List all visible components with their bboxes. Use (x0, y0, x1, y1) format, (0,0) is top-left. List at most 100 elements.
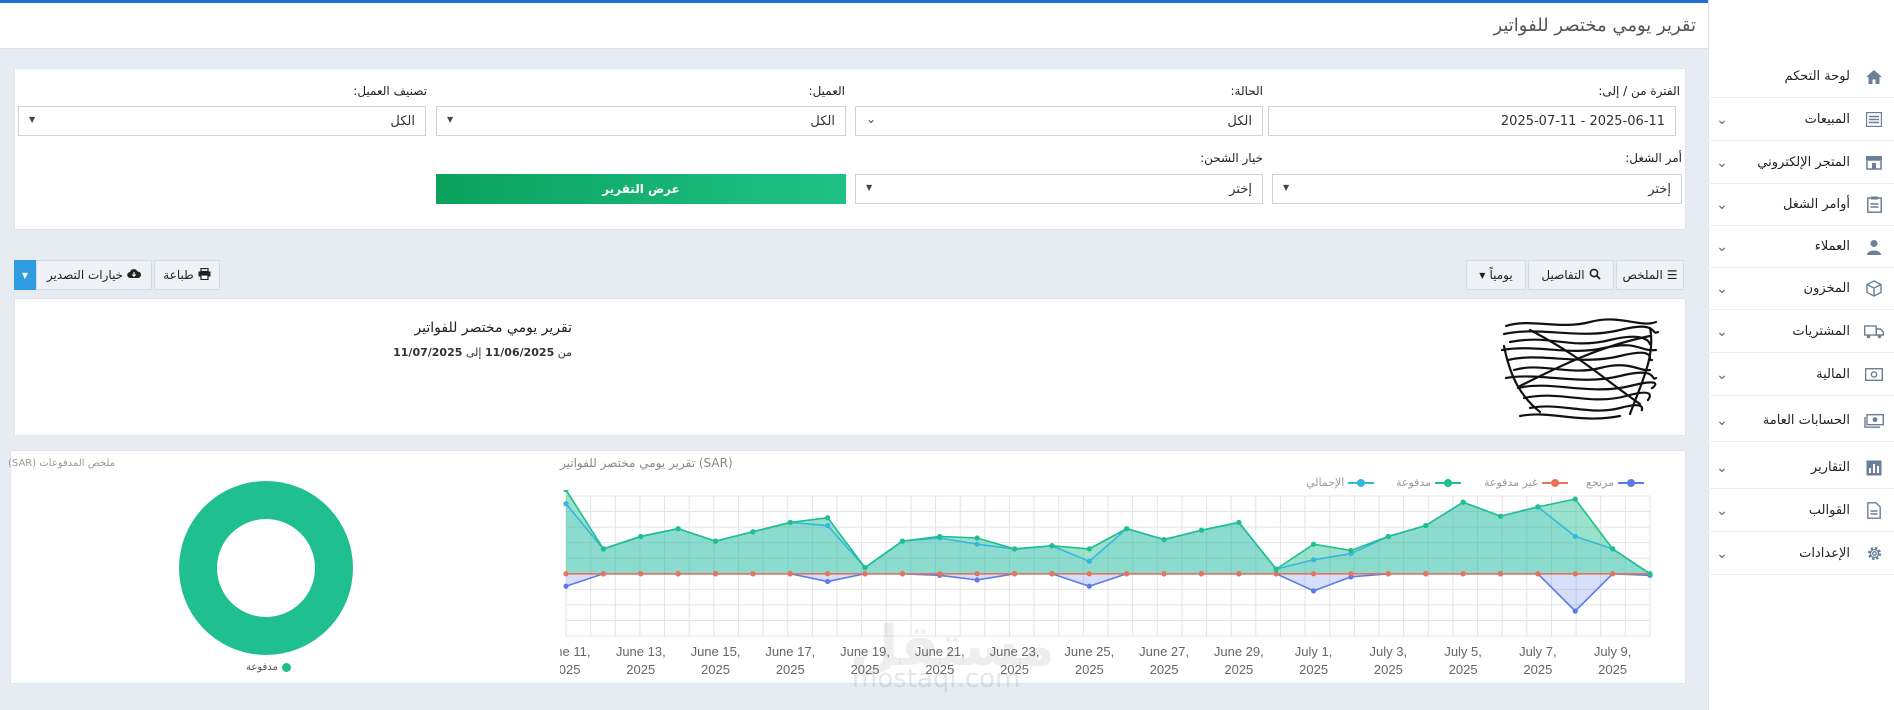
summary-button[interactable]: ☰ الملخص (1616, 260, 1684, 290)
x-tick-label-year: 2025 (1374, 662, 1403, 677)
chevron-down-icon: ⌄ (1716, 111, 1728, 128)
sidebar-item-label: العملاء (1814, 239, 1850, 254)
data-point (675, 526, 681, 532)
sidebar-item-9[interactable]: التقارير ⌄ (1708, 447, 1894, 489)
sidebar-item-1[interactable]: المبيعات ⌄ (1708, 99, 1894, 141)
data-point (825, 578, 831, 585)
sidebar-item-0[interactable]: لوحة التحكم (1708, 56, 1894, 98)
legend-item-returned[interactable]: مرتجع (1586, 476, 1644, 489)
show-report-button[interactable]: عرض التقرير (436, 174, 846, 204)
report-date-range: من 11/06/2025 إلى 11/07/2025 (393, 346, 572, 359)
client-value: الكل (810, 114, 835, 129)
data-point (899, 571, 906, 577)
data-point (787, 571, 793, 577)
sidebar-item-2[interactable]: المتجر الإلكتروني ⌄ (1708, 142, 1894, 184)
details-button[interactable]: التفاصيل (1528, 260, 1614, 290)
x-tick-label-year: 2025 (1598, 662, 1627, 677)
x-tick-label-year: 2025 (1523, 662, 1552, 677)
area-chart: June 11, 2025 June 13, 2025 June 15, 2025 June… (560, 490, 1653, 677)
donut-slice (179, 481, 353, 655)
sidebar-item-7[interactable]: المالية ⌄ (1708, 354, 1894, 396)
chevron-down-icon: ⌄ (1716, 412, 1728, 429)
data-point (1011, 546, 1018, 552)
data-point (974, 535, 980, 541)
x-tick-label: July 1, (1295, 644, 1333, 659)
x-tick-label-year: 2025 (626, 662, 655, 677)
page-header: تقرير يومي مختصر للفواتير (0, 3, 1708, 49)
status-select[interactable]: الكل ⌄ (855, 106, 1263, 136)
legend-marker-icon (1617, 478, 1644, 488)
sidebar-item-11[interactable]: الإعدادات ⌄ (1708, 533, 1894, 575)
data-point (937, 533, 943, 540)
data-point (899, 538, 906, 544)
x-tick-label: July 5, (1444, 644, 1482, 659)
legend-label: غير مدفوعة (1484, 476, 1538, 489)
data-point (1198, 527, 1205, 533)
data-point (1535, 571, 1541, 577)
work-order-value: إختر (1648, 182, 1671, 197)
shipping-select[interactable]: إختر ▼ (855, 174, 1263, 204)
data-point (1086, 546, 1092, 552)
date-range-input[interactable]: 2025-06-11 - 2025-07-11 (1268, 106, 1676, 136)
data-point (1385, 533, 1391, 540)
chevron-down-icon: ⌄ (1716, 196, 1728, 213)
legend-item-paid[interactable]: مدفوعة (1396, 476, 1462, 489)
data-point (712, 538, 719, 544)
donut-legend-label: مدفوعة (246, 662, 278, 673)
sidebar-item-label: المتجر الإلكتروني (1757, 155, 1850, 170)
sidebar-item-4[interactable]: العملاء ⌄ (1708, 226, 1894, 268)
date-range-value: 2025-06-11 - 2025-07-11 (1500, 114, 1665, 129)
x-tick-label-year: 2025 (560, 662, 580, 677)
data-point (974, 541, 980, 547)
sidebar-item-6[interactable]: المشتريات ⌄ (1708, 311, 1894, 353)
work-order-label: أمر الشغل: (1625, 151, 1682, 165)
legend-marker-icon (1541, 478, 1568, 488)
sidebar-item-label: الحسابات العامة (1762, 413, 1850, 428)
data-point (1273, 571, 1279, 577)
caret-down-icon: ▼ (1283, 183, 1290, 192)
from-word: من (557, 346, 572, 359)
work-order-select[interactable]: إختر ▼ (1272, 174, 1682, 204)
data-point (1572, 496, 1578, 502)
legend-marker-icon (1348, 478, 1375, 488)
from-date: 11/06/2025 (484, 346, 555, 359)
period-dropdown-button[interactable]: يومياً ▼ (1466, 260, 1526, 290)
chevron-down-icon: ⌄ (1716, 459, 1728, 476)
client-select[interactable]: الكل ▼ (436, 106, 846, 136)
search-icon (1589, 268, 1601, 283)
truck-icon (1854, 324, 1894, 339)
data-point (1497, 513, 1504, 519)
data-point (1086, 558, 1092, 564)
legend-item-unpaid[interactable]: غير مدفوعة (1484, 476, 1568, 489)
clipboard-icon (1854, 196, 1894, 213)
data-point (1273, 566, 1279, 572)
data-point (1236, 571, 1242, 577)
donut-legend[interactable]: مدفوعة (246, 662, 291, 673)
data-point (1161, 536, 1167, 543)
x-tick-label: June 15, (691, 644, 741, 659)
sidebar-item-10[interactable]: القوالب ⌄ (1708, 490, 1894, 532)
chevron-down-icon: ⌄ (1716, 366, 1728, 383)
shipping-value: إختر (1229, 182, 1252, 197)
sidebar: لوحة التحكم المبيعات ⌄ المتجر الإلكتروني ⌄ أو… (1708, 0, 1894, 710)
legend-item-total[interactable]: الإجمالي (1306, 476, 1375, 489)
x-tick-label: June 29, (1214, 644, 1264, 659)
export-options-button[interactable]: خيارات التصدير (36, 260, 152, 290)
status-label: الحالة: (1230, 84, 1263, 98)
sidebar-item-label: المبيعات (1804, 112, 1850, 127)
sidebar-item-8[interactable]: الحسابات العامة ⌄ (1708, 400, 1894, 442)
legend-marker-icon (1435, 478, 1462, 488)
line-chart-title: (SAR) تقرير يومي مختصر للفواتير (560, 456, 733, 470)
bar-chart-icon (1854, 460, 1894, 476)
data-point (675, 571, 681, 577)
data-point (1124, 526, 1130, 532)
sidebar-item-3[interactable]: أوامر الشغل ⌄ (1708, 184, 1894, 226)
sidebar-item-5[interactable]: المخزون ⌄ (1708, 268, 1894, 310)
gear-icon (1854, 545, 1894, 562)
client-class-select[interactable]: الكل ▼ (18, 106, 426, 136)
data-point (825, 522, 831, 529)
print-button[interactable]: طباعة (154, 260, 220, 290)
export-dropdown-toggle[interactable]: ▼ (14, 260, 36, 290)
shipping-label: خيار الشحن: (1200, 151, 1263, 165)
data-point (1049, 571, 1055, 577)
